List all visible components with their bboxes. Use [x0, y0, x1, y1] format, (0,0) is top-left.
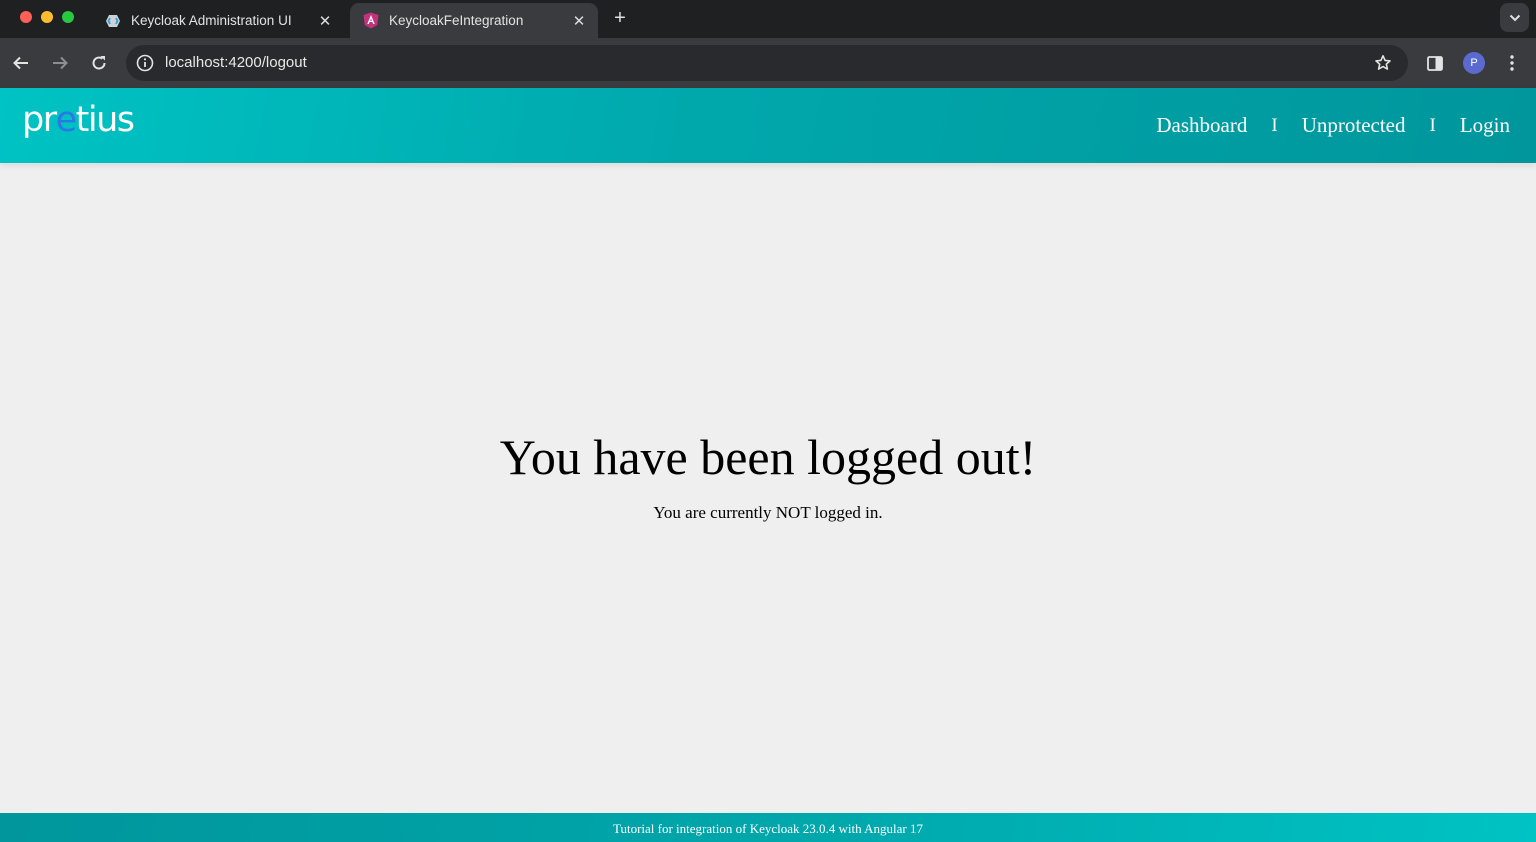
- tab-keycloak-admin[interactable]: Keycloak Administration UI ✕: [92, 3, 344, 38]
- tab-title: KeycloakFeIntegration: [389, 13, 524, 28]
- close-icon[interactable]: ✕: [569, 11, 589, 31]
- side-panel-icon[interactable]: [1423, 51, 1447, 75]
- bookmark-star-icon[interactable]: [1372, 52, 1394, 74]
- more-menu-icon[interactable]: [1501, 51, 1523, 75]
- footer-text: Tutorial for integration of Keycloak 23.…: [612, 821, 924, 836]
- tab-search-chevron-down-icon[interactable]: [1500, 3, 1529, 32]
- page-title: You have been logged out!: [499, 429, 1037, 485]
- tab-title: Keycloak Administration UI: [131, 13, 292, 28]
- window-close-button[interactable]: [20, 11, 32, 23]
- new-tab-plus-icon[interactable]: +: [608, 6, 632, 30]
- forward-arrow-icon[interactable]: [47, 50, 73, 76]
- nav-separator: I: [1271, 114, 1278, 136]
- window-minimize-button[interactable]: [41, 11, 53, 23]
- logo-text-end: tius: [75, 100, 135, 140]
- logo-text-accent: e: [55, 100, 78, 140]
- reload-icon[interactable]: [86, 50, 112, 76]
- tab-keycloak-fe-integration[interactable]: KeycloakFeIntegration ✕: [350, 3, 598, 38]
- app-footer: Tutorial for integration of Keycloak 23.…: [0, 813, 1536, 842]
- window-maximize-button[interactable]: [62, 11, 74, 23]
- logo-text-start: pr: [22, 100, 57, 140]
- nav-separator: I: [1429, 114, 1436, 136]
- site-info-icon[interactable]: [134, 52, 156, 74]
- back-arrow-icon[interactable]: [8, 50, 34, 76]
- nav-link-dashboard[interactable]: Dashboard: [1156, 113, 1247, 138]
- pretius-logo[interactable]: pr e tius: [22, 100, 135, 144]
- main-content: You have been logged out! You are curren…: [0, 163, 1536, 813]
- address-bar[interactable]: localhost:4200/logout: [126, 45, 1408, 81]
- close-icon[interactable]: ✕: [315, 11, 335, 31]
- login-status-text: You are currently NOT logged in.: [653, 503, 883, 522]
- nav-link-login[interactable]: Login: [1460, 113, 1510, 138]
- keycloak-icon: [104, 12, 122, 30]
- browser-toolbar: localhost:4200/logout P: [0, 38, 1536, 88]
- nav-link-unprotected[interactable]: Unprotected: [1302, 113, 1406, 138]
- angular-icon: [362, 12, 380, 30]
- main-nav: Dashboard I Unprotected I Login: [1156, 113, 1510, 138]
- profile-avatar[interactable]: P: [1463, 52, 1485, 74]
- address-url[interactable]: localhost:4200/logout: [165, 54, 307, 71]
- browser-tab-bar: Keycloak Administration UI ✕ KeycloakFeI…: [0, 0, 1536, 38]
- app-header: pr e tius Dashboard I Unprotected I Login: [0, 88, 1536, 163]
